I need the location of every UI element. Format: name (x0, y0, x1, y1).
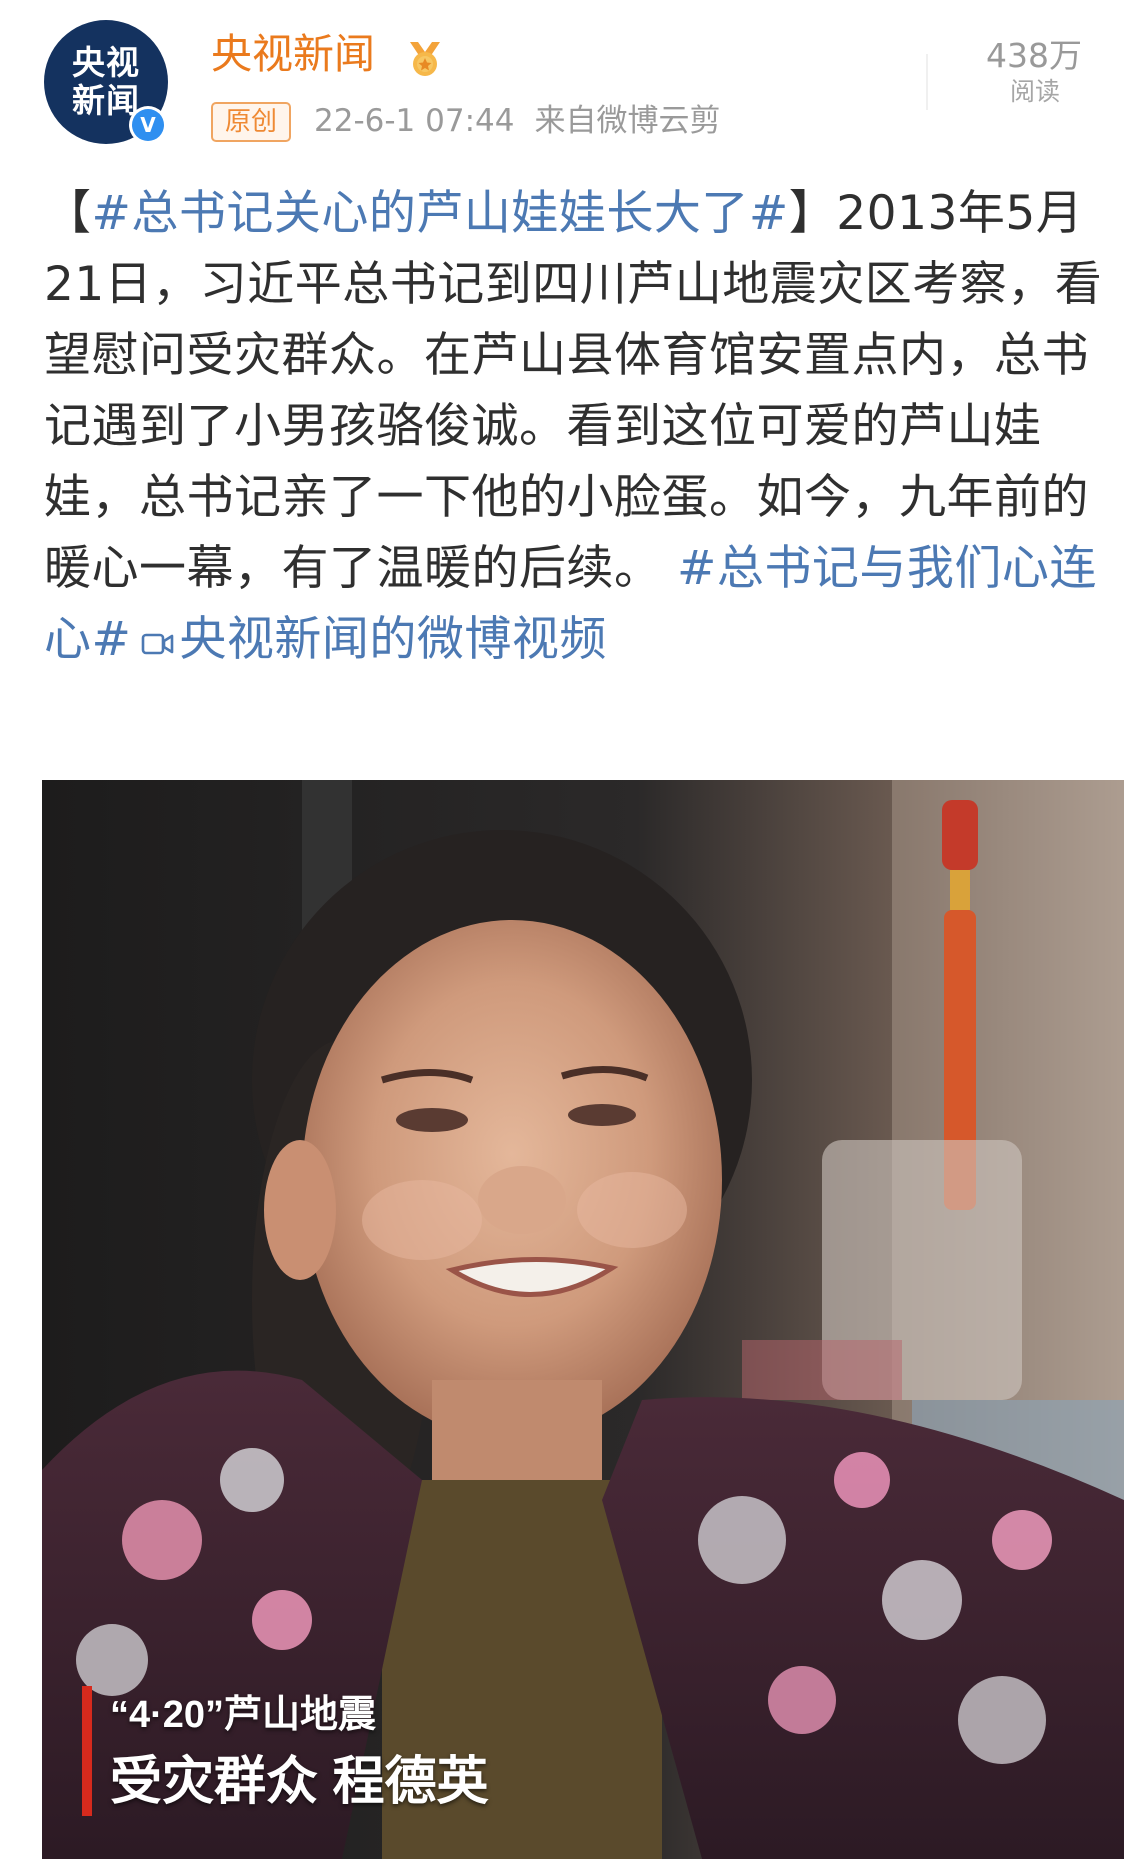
verified-badge: V (129, 106, 167, 144)
views-divider (926, 54, 928, 110)
avatar-text-line2: 新闻 (72, 82, 140, 120)
views-count: 438万 (986, 36, 1082, 75)
post-timestamp: 22-6-1 07:44 (314, 103, 515, 139)
bracket-close: 】 (788, 186, 837, 241)
post-header: 央视 新闻 V 央视新闻 原创 22-6-1 07:44 来自微博云剪 438万 … (0, 0, 1124, 160)
topic-title-link[interactable]: #总书记关心的芦山娃娃长大了# (92, 186, 789, 241)
post-source[interactable]: 来自微博云剪 (534, 103, 720, 139)
caption-line1: “4·20”芦山地震 (110, 1694, 377, 1736)
medal-icon[interactable] (404, 38, 446, 78)
video-link-icon (142, 633, 174, 655)
post-text: 【#总书记关心的芦山娃娃长大了#】2013年5月21日，习近平总书记到四川芦山地… (44, 178, 1104, 675)
avatar-text-line2-value: 新闻 (72, 81, 140, 120)
avatar-text-line1: 央视 (72, 43, 140, 82)
caption-line2: 受灾群众 程德英 (110, 1753, 489, 1811)
views-label: 阅读 (1009, 77, 1060, 106)
caption-accent-bar (82, 1686, 92, 1816)
original-badge: 原创 (211, 102, 292, 142)
post-body: 2013年5月21日，习近平总书记到四川芦山地震灾区考察，看望慰问受灾群众。在芦… (44, 186, 1103, 596)
video-player[interactable]: “4·20”芦山地震 受灾群众 程德英 (42, 780, 1124, 1859)
video-link[interactable]: 央视新闻的微博视频 (179, 612, 607, 667)
post-meta: 22-6-1 07:44 来自微博云剪 (314, 100, 720, 142)
account-name[interactable]: 央视新闻 (211, 28, 375, 80)
bracket-open: 【 (44, 186, 92, 241)
verified-icon: V (132, 109, 164, 141)
